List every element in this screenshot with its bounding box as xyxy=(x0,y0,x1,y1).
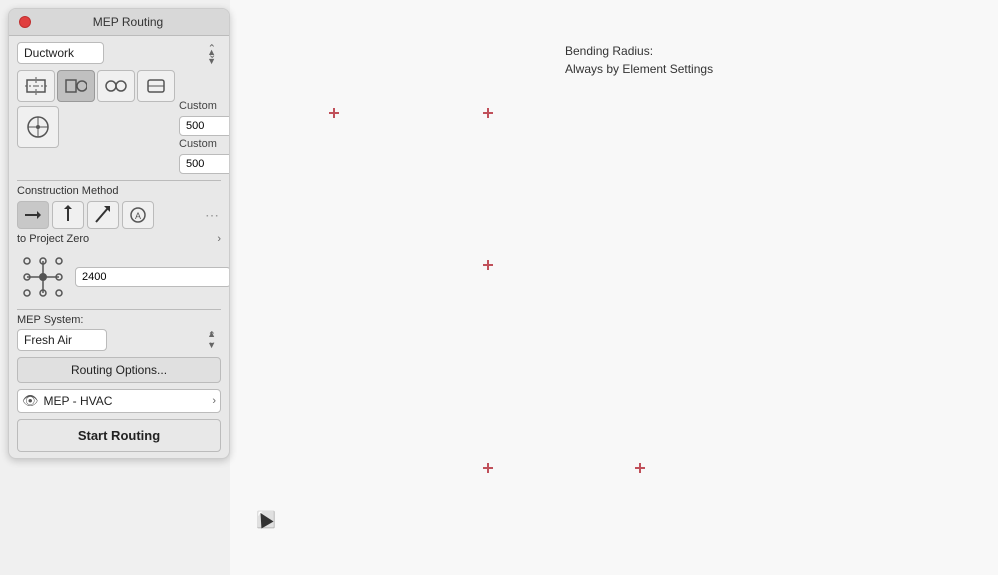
close-button[interactable] xyxy=(19,16,31,28)
construct-btn-auto[interactable]: A xyxy=(122,201,154,229)
cross-marker-4 xyxy=(482,462,494,474)
shape-btn-rect[interactable] xyxy=(17,70,55,102)
canvas-area: Bending Radius: Always by Element Settin… xyxy=(230,0,998,575)
routing-options-button[interactable]: Routing Options... xyxy=(17,357,221,383)
construction-buttons-row: A ⋯ xyxy=(17,201,221,229)
mep-system-dropdown[interactable]: Fresh Air Supply Air Return Air Exhaust … xyxy=(17,329,107,351)
construct-btn-diagonal[interactable] xyxy=(87,201,119,229)
svg-text:A: A xyxy=(135,211,141,221)
mep-system-label: MEP System: xyxy=(17,314,221,326)
panel-content: Ductwork Pipework Cable Tray Conduit ▲▼ xyxy=(9,36,229,458)
divider-1 xyxy=(17,180,221,181)
system-dropdown-wrapper[interactable]: Ductwork Pipework Cable Tray Conduit ▲▼ xyxy=(17,42,221,64)
mep-hvac-label: MEP - HVAC xyxy=(44,394,113,408)
mep-system-dropdown-wrapper[interactable]: Fresh Air Supply Air Return Air Exhaust … xyxy=(17,329,221,351)
mep-hvac-left: 👁 MEP - HVAC xyxy=(22,393,112,409)
shape-buttons-row xyxy=(17,70,175,102)
project-zero-chevron[interactable]: › xyxy=(217,233,221,245)
eye-icon: 👁 xyxy=(22,393,39,409)
cross-marker-3 xyxy=(482,259,494,271)
shape-btn-circle-circle[interactable] xyxy=(97,70,135,102)
custom-input-row-2: › xyxy=(179,154,230,174)
custom-input-1[interactable] xyxy=(179,116,230,136)
construction-method-label: Construction Method xyxy=(17,185,221,197)
system-dropdown[interactable]: Ductwork Pipework Cable Tray Conduit xyxy=(17,42,104,64)
cross-marker-1 xyxy=(328,107,340,119)
mep-hvac-row[interactable]: 👁 MEP - HVAC › xyxy=(17,389,221,413)
bending-radius-text: Bending Radius: Always by Element Settin… xyxy=(565,42,713,78)
custom-input-row-1: › xyxy=(179,116,230,136)
cross-marker-5 xyxy=(634,462,646,474)
start-routing-button[interactable]: Start Routing xyxy=(17,419,221,452)
mep-routing-panel: MEP Routing Ductwork Pipework Cable Tray… xyxy=(8,8,230,459)
bending-radius-line2: Always by Element Settings xyxy=(565,60,713,78)
project-zero-row: to Project Zero › xyxy=(17,233,221,245)
node-section xyxy=(17,251,221,303)
divider-2 xyxy=(17,309,221,310)
left-shape-icon xyxy=(17,106,59,148)
construct-btn-vertical[interactable] xyxy=(52,201,84,229)
custom-input-2[interactable] xyxy=(179,154,230,174)
construct-btn-horizontal[interactable] xyxy=(17,201,49,229)
bending-radius-line1: Bending Radius: xyxy=(565,42,713,60)
node-value-input[interactable] xyxy=(75,267,230,287)
system-dropdown-row: Ductwork Pipework Cable Tray Conduit ▲▼ xyxy=(17,42,221,64)
custom-label-2: Custom xyxy=(179,138,230,150)
custom-label-1: Custom xyxy=(179,100,230,112)
project-zero-label: to Project Zero xyxy=(17,233,89,245)
node-grid[interactable] xyxy=(17,251,69,303)
mep-system-dropdown-row: Fresh Air Supply Air Return Air Exhaust … xyxy=(17,329,221,351)
shape-btn-rect-circle[interactable] xyxy=(57,70,95,102)
panel-titlebar: MEP Routing xyxy=(9,9,229,36)
shape-btn-special[interactable] xyxy=(137,70,175,102)
cross-marker-2 xyxy=(482,107,494,119)
mep-hvac-chevron: › xyxy=(212,395,216,407)
construct-more-icon[interactable]: ⋯ xyxy=(205,207,219,224)
panel-title: MEP Routing xyxy=(37,15,219,29)
